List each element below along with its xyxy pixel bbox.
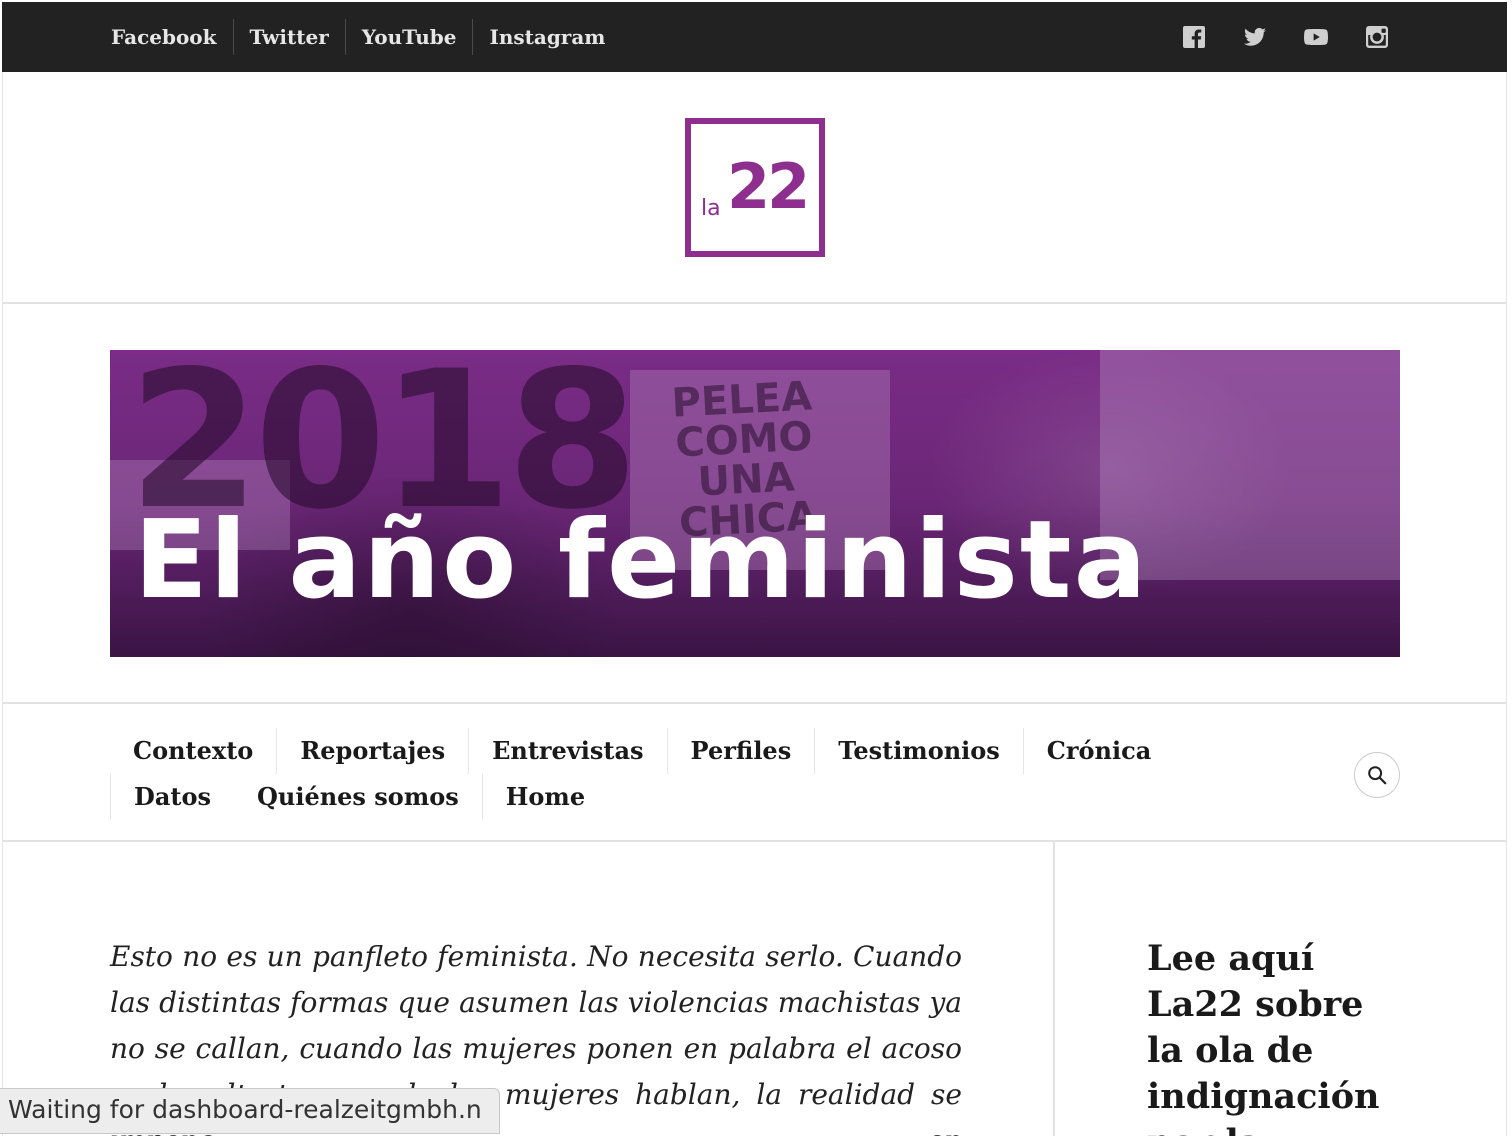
search-button[interactable] — [1354, 752, 1400, 798]
sidebar-widget-title[interactable]: Lee aquí La22 sobre la ola de indignació… — [1147, 936, 1409, 1136]
menu-item-contexto[interactable]: Contexto — [110, 728, 276, 774]
menu-item-perfiles[interactable]: Perfiles — [666, 728, 815, 774]
twitter-link[interactable]: Twitter — [232, 19, 345, 55]
top-bar: Facebook Twitter YouTube Instagram — [2, 2, 1507, 72]
main-navigation: Contexto Reportajes Entrevistas Perfiles… — [2, 704, 1507, 842]
header-banner-image: 2018 PELEA COMO UNA CHICA El año feminis… — [110, 350, 1400, 657]
facebook-link[interactable]: Facebook — [109, 19, 233, 55]
search-icon — [1368, 766, 1387, 785]
menu-item-reportajes[interactable]: Reportajes — [276, 728, 468, 774]
banner-section: 2018 PELEA COMO UNA CHICA El año feminis… — [2, 304, 1507, 704]
facebook-icon[interactable] — [1182, 25, 1206, 49]
menu-list: Contexto Reportajes Entrevistas Perfiles… — [110, 728, 1210, 820]
social-links-nav: Facebook Twitter YouTube Instagram — [109, 2, 621, 72]
site-header: la 22 — [2, 72, 1507, 304]
twitter-icon[interactable] — [1243, 25, 1267, 49]
instagram-icon[interactable] — [1365, 25, 1389, 49]
browser-status-bar: Waiting for dashboard-realzeitgmbh.n — [0, 1088, 500, 1134]
instagram-link[interactable]: Instagram — [472, 19, 621, 55]
youtube-link[interactable]: YouTube — [344, 19, 473, 55]
menu-item-home[interactable]: Home — [481, 774, 608, 820]
menu-item-cronica[interactable]: Crónica — [1022, 728, 1174, 774]
logo-prefix: la — [701, 196, 721, 221]
logo-number: 22 — [727, 150, 810, 223]
menu-item-datos[interactable]: Datos — [110, 774, 234, 820]
banner-title: El año feminista — [134, 498, 1149, 623]
youtube-icon[interactable] — [1304, 25, 1328, 49]
menu-item-testimonios[interactable]: Testimonios — [814, 728, 1023, 774]
menu-item-quienes-somos[interactable]: Quiénes somos — [234, 774, 482, 820]
column-divider — [1053, 842, 1055, 1136]
site-logo[interactable]: la 22 — [685, 118, 825, 257]
menu-item-entrevistas[interactable]: Entrevistas — [468, 728, 666, 774]
social-icons — [1182, 2, 1389, 72]
